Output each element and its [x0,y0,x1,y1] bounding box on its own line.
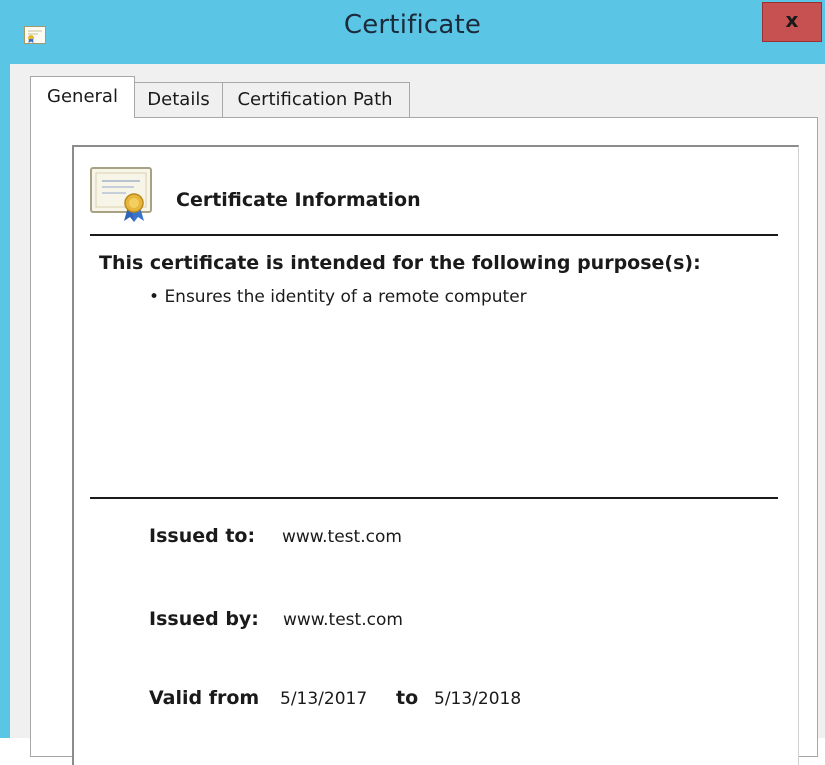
issued-to-value[interactable]: www.test.com [282,527,402,547]
tab-general[interactable]: General [30,76,135,118]
valid-to-value[interactable]: 5/13/2018 [434,689,521,709]
certificate-ribbon-icon [90,167,152,222]
divider-top [90,234,778,236]
purpose-text: Ensures the identity of a remote compute… [164,287,527,307]
general-tab-panel: Certificate Information This certificate… [30,117,818,765]
purpose-heading: This certificate is intended for the fol… [99,252,701,274]
divider-bottom [90,497,778,499]
window-title: Certificate [343,10,482,40]
title-bar[interactable]: Certificate x [0,0,825,64]
close-button[interactable]: x [762,2,822,42]
certificate-info-box: Certificate Information This certificate… [72,145,799,765]
dialog-client-area: General Details Certification Path Certi… [10,64,825,765]
issued-to-label: Issued to: [149,525,256,547]
valid-from-label: Valid from [149,687,260,709]
bullet: • [149,287,160,307]
valid-to-label: to [396,687,419,709]
certificate-info-title: Certificate Information [176,189,421,211]
tab-certification-path[interactable]: Certification Path [220,82,410,118]
tab-details[interactable]: Details [135,82,223,118]
certificate-window: Certificate x General Details Certificat… [0,0,825,765]
issued-by-label: Issued by: [149,608,259,630]
purpose-list-item: • Ensures the identity of a remote compu… [149,287,527,307]
issued-by-value[interactable]: www.test.com [283,610,403,630]
valid-from-value[interactable]: 5/13/2017 [280,689,367,709]
close-icon: x [785,8,799,32]
